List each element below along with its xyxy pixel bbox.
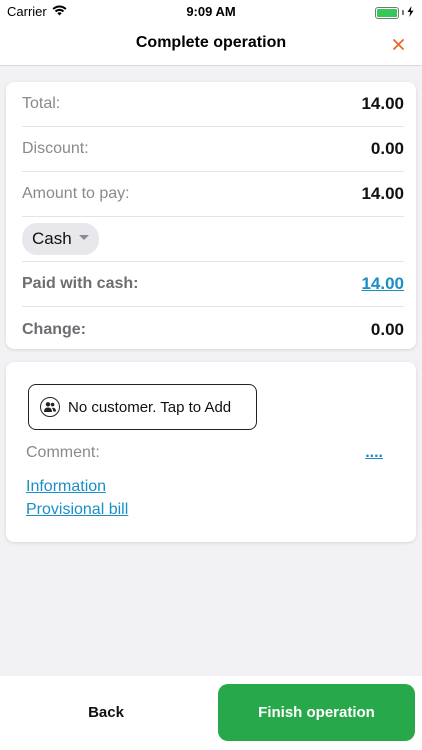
- close-button[interactable]: [386, 32, 410, 56]
- battery-cap: [402, 10, 404, 15]
- status-right: [375, 5, 414, 20]
- customers-icon: [40, 397, 60, 417]
- discount-value: 0.00: [370, 139, 404, 158]
- finish-operation-button[interactable]: Finish operation: [218, 684, 415, 741]
- change-row: Change: 0.00: [22, 307, 404, 352]
- screen: Carrier 9:09 AM Complete operation Total…: [0, 0, 422, 750]
- battery-icon: [375, 6, 399, 19]
- payment-summary-card: Total: 14.00 Discount: 0.00 Amount to pa…: [6, 82, 416, 349]
- nav-bar: Complete operation: [0, 22, 422, 66]
- change-value: 0.00: [370, 319, 404, 339]
- status-bar: Carrier 9:09 AM: [0, 0, 422, 22]
- customer-card: No customer. Tap to Add Comment: .... In…: [6, 362, 416, 542]
- provisional-bill-link[interactable]: Provisional bill: [26, 501, 128, 519]
- close-icon: [392, 39, 404, 50]
- charging-bolt-icon: [407, 5, 414, 20]
- battery-fill: [377, 8, 397, 17]
- comment-label: Comment:: [26, 444, 100, 461]
- total-row: Total: 14.00: [22, 82, 404, 127]
- amount-to-pay-row: Amount to pay: 14.00: [22, 172, 404, 217]
- comment-edit-link[interactable]: ....: [365, 444, 383, 462]
- add-customer-button[interactable]: No customer. Tap to Add: [28, 384, 257, 430]
- chevron-down-icon: [78, 234, 89, 240]
- information-link[interactable]: Information: [26, 478, 106, 496]
- discount-row: Discount: 0.00: [22, 127, 404, 172]
- add-customer-label: No customer. Tap to Add: [68, 398, 232, 416]
- total-label: Total:: [22, 95, 61, 112]
- payment-method-dropdown[interactable]: Cash: [22, 223, 99, 255]
- paid-with-cash-value[interactable]: 14.00: [361, 274, 404, 294]
- total-value: 14.00: [361, 94, 404, 113]
- status-time: 9:09 AM: [186, 4, 236, 19]
- paid-with-cash-label: Paid with cash:: [22, 275, 139, 292]
- discount-label: Discount:: [22, 140, 89, 157]
- back-button[interactable]: Back: [6, 684, 206, 741]
- paid-with-cash-row: Paid with cash: 14.00: [22, 262, 404, 307]
- amount-to-pay-label: Amount to pay:: [22, 185, 130, 202]
- amount-to-pay-value: 14.00: [361, 184, 404, 203]
- bottom-bar: Back Finish operation: [0, 676, 422, 750]
- page-title: Complete operation: [135, 34, 287, 51]
- payment-method-label: Cash: [32, 229, 72, 248]
- payment-method-row: Cash: [22, 217, 404, 262]
- change-label: Change:: [22, 320, 86, 338]
